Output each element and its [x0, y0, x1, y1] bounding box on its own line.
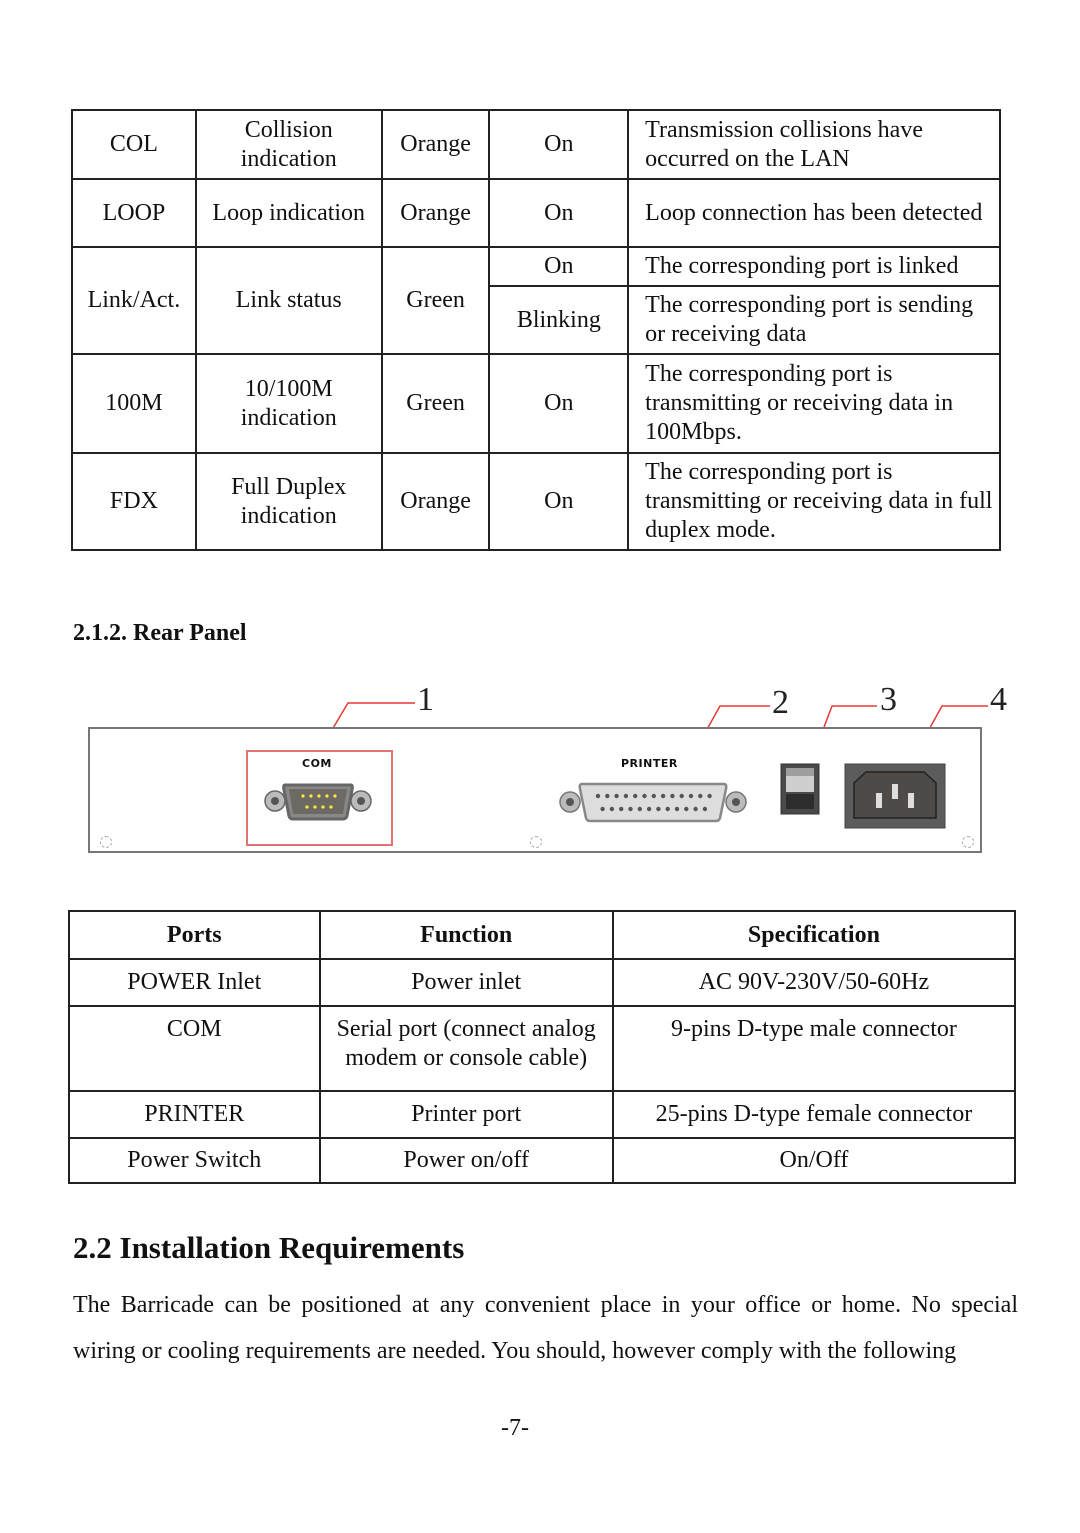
led-function: Loop indication	[194, 178, 383, 248]
led-status: Blinking	[488, 285, 630, 355]
connector-pin	[660, 793, 666, 799]
table-header-row: Ports Function Specification	[68, 910, 1017, 960]
column-header-specification: Specification	[611, 910, 1017, 960]
connector-pin	[670, 793, 675, 799]
ports-table: Ports Function Specification POWER Inlet…	[68, 910, 1017, 1184]
connector-pin	[614, 793, 619, 799]
led-indicator-table: COL Collision indication Orange On Trans…	[71, 109, 1001, 551]
led-color: Orange	[380, 452, 491, 551]
led-function: Full Duplex indication	[194, 452, 383, 551]
column-header-ports: Ports	[68, 910, 321, 960]
connector-pin	[698, 793, 703, 799]
table-row: POWER Inlet Power inlet AC 90V-230V/50-6…	[68, 958, 1017, 1007]
led-status: On	[488, 246, 630, 287]
printer-port-label: PRINTER	[621, 757, 678, 770]
led-color: Green	[380, 353, 491, 454]
led-function: 10/100M indication	[194, 353, 383, 454]
connector-pin	[688, 793, 694, 799]
connector-pin	[665, 806, 670, 812]
table-row: COL Collision indication Orange On Trans…	[71, 109, 1001, 180]
port-name: PRINTER	[68, 1090, 321, 1139]
installation-heading: 2.2 Installation Requirements	[73, 1230, 465, 1265]
port-name: Power Switch	[68, 1137, 321, 1184]
com-port-label: COM	[302, 757, 332, 770]
led-description: The corresponding port is linked	[627, 246, 1001, 287]
connector-pin	[693, 806, 698, 812]
callout-number: 4	[990, 681, 1007, 718]
db25-connector-icon	[559, 782, 747, 823]
port-function: Serial port (connect analog modem or con…	[318, 1005, 614, 1092]
led-color: Orange	[380, 109, 491, 180]
led-name: FDX	[71, 452, 197, 551]
table-row: LOOP Loop indication Orange On Loop conn…	[71, 178, 1001, 248]
connector-pin	[642, 793, 647, 799]
led-description: The corresponding port is sending or rec…	[627, 285, 1001, 355]
port-specification: 25-pins D-type female connector	[611, 1090, 1017, 1139]
connector-pin	[600, 806, 605, 812]
led-status: On	[488, 109, 630, 180]
connector-pin	[702, 806, 708, 812]
led-status: On	[488, 353, 630, 454]
rear-panel-heading: 2.1.2. Rear Panel	[73, 620, 247, 646]
connector-pin	[674, 806, 680, 812]
connector-pin	[656, 806, 661, 812]
led-name: COL	[71, 109, 197, 180]
led-description: Transmission collisions have occurred on…	[627, 109, 1001, 180]
connector-pin	[628, 806, 633, 812]
port-specification: AC 90V-230V/50-60Hz	[611, 958, 1017, 1007]
page-number: -7-	[501, 1415, 529, 1441]
connector-pin	[637, 806, 642, 812]
screw-hole-icon	[530, 836, 542, 848]
table-row: PRINTER Printer port 25-pins D-type fema…	[68, 1090, 1017, 1139]
screw-hole-icon	[962, 836, 974, 848]
table-row: Link/Act. Link status Green On The corre…	[71, 246, 1001, 355]
connector-pin	[651, 793, 656, 799]
led-name: 100M	[71, 353, 197, 454]
led-name: Link/Act.	[71, 246, 197, 355]
connector-pin	[619, 806, 624, 812]
callout-number: 1	[417, 681, 434, 718]
screw-hole-icon	[100, 836, 112, 848]
led-description: The corresponding port is transmitting o…	[627, 452, 1001, 551]
connector-pin	[707, 793, 712, 799]
callout-number: 3	[880, 681, 897, 718]
led-color: Green	[380, 246, 491, 355]
led-function: Collision indication	[194, 109, 383, 180]
port-function: Power inlet	[318, 958, 614, 1007]
connector-pin	[623, 793, 629, 799]
power-inlet-icon	[844, 763, 946, 829]
installation-paragraph: The Barricade can be positioned at any c…	[73, 1292, 1018, 1364]
power-switch-icon	[780, 763, 820, 815]
table-row: COM Serial port (connect analog modem or…	[68, 1005, 1017, 1092]
connector-pin	[684, 806, 689, 812]
connector-pin	[646, 806, 652, 812]
table-row: FDX Full Duplex indication Orange On The…	[71, 452, 1001, 551]
port-function: Power on/off	[318, 1137, 614, 1184]
port-name: POWER Inlet	[68, 958, 321, 1007]
rear-panel-diagram: 1 2 3 4 COM PRINTER	[80, 675, 1020, 865]
db9-connector-icon	[264, 783, 372, 821]
table-row: Power Switch Power on/off On/Off	[68, 1137, 1017, 1184]
callout-number: 2	[772, 684, 789, 721]
led-status: On	[488, 452, 630, 551]
led-description: Loop connection has been detected	[627, 178, 1001, 248]
led-function: Link status	[194, 246, 383, 355]
connector-pin	[679, 793, 684, 799]
connector-pin	[633, 793, 638, 799]
column-header-function: Function	[318, 910, 614, 960]
led-color: Orange	[380, 178, 491, 248]
table-row: 100M 10/100M indication Green On The cor…	[71, 353, 1001, 454]
led-name: LOOP	[71, 178, 197, 248]
port-specification: 9-pins D-type male connector	[611, 1005, 1017, 1092]
led-status: On	[488, 178, 630, 248]
connector-pin	[605, 793, 610, 799]
connector-pin	[609, 806, 615, 812]
port-specification: On/Off	[611, 1137, 1017, 1184]
port-function: Printer port	[318, 1090, 614, 1139]
port-name: COM	[68, 1005, 321, 1092]
connector-pin	[595, 793, 601, 799]
led-description: The corresponding port is transmitting o…	[627, 353, 1001, 454]
